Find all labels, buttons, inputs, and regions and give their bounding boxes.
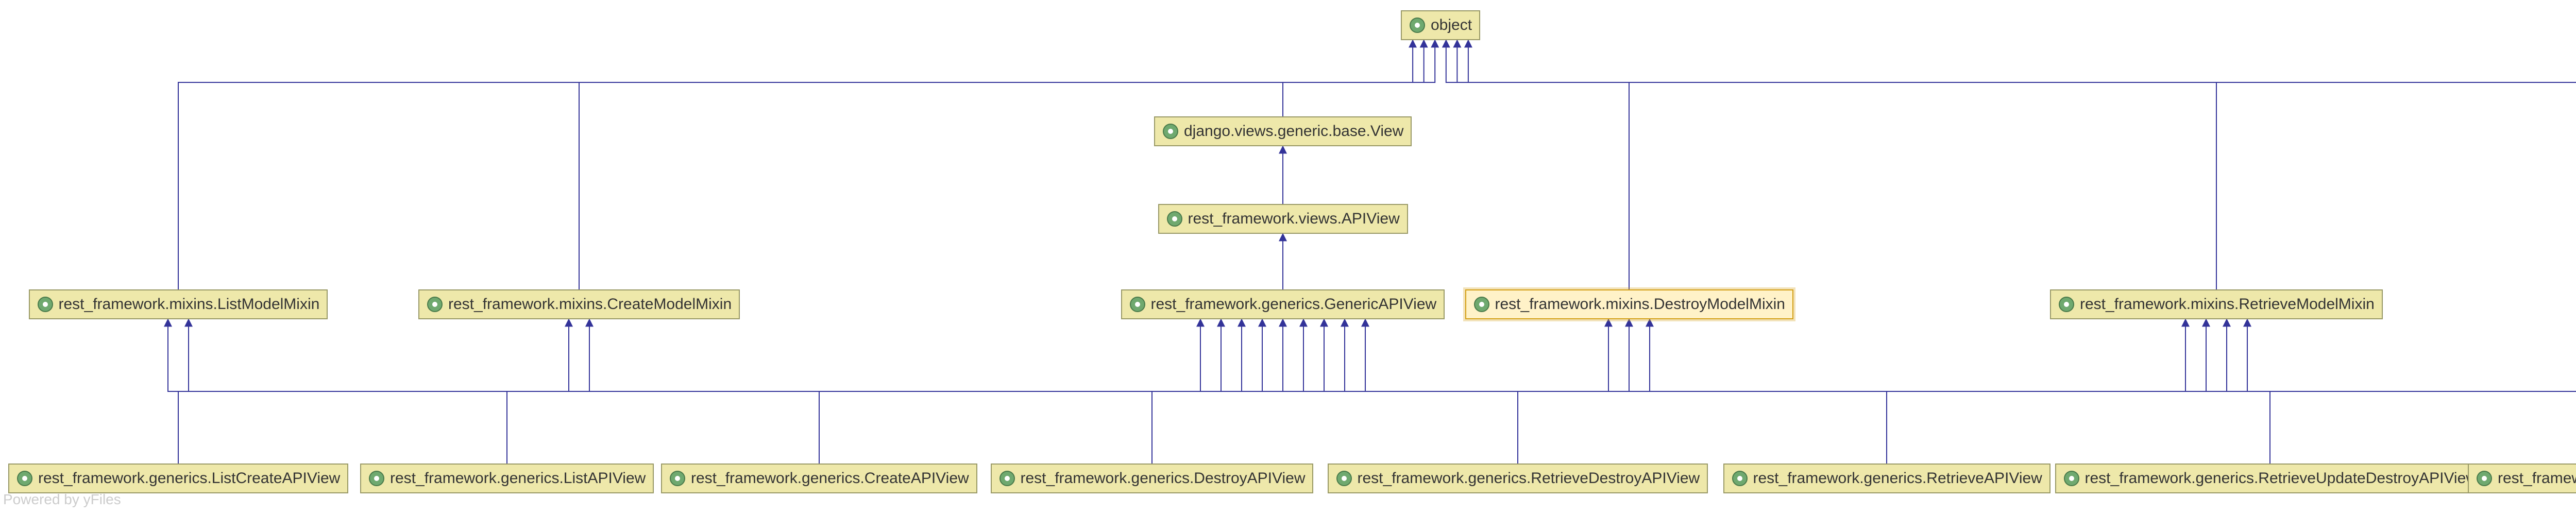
class-label: rest_framework.generics.RetrieveUpdateAP… <box>2498 471 2576 486</box>
class-node-create[interactable]: rest_framework.generics.CreateAPIView <box>661 464 977 493</box>
inherit-edge <box>1518 319 2185 464</box>
class-node-createmix[interactable]: rest_framework.mixins.CreateModelMixin <box>418 289 740 319</box>
class-icon <box>999 470 1015 487</box>
class-node-listmix[interactable]: rest_framework.mixins.ListModelMixin <box>29 289 328 319</box>
class-label: rest_framework.generics.RetrieveAPIView <box>1753 471 2042 486</box>
inherit-edge <box>2227 319 2270 464</box>
class-icon <box>37 296 54 313</box>
inherit-edge <box>178 319 569 464</box>
inherit-edge <box>168 319 178 464</box>
inherit-edge <box>1650 319 2270 464</box>
inherit-edge <box>589 319 819 464</box>
class-node-destroymix[interactable]: rest_framework.mixins.DestroyModelMixin <box>1465 289 1793 319</box>
class-node-generic[interactable]: rest_framework.generics.GenericAPIView <box>1121 289 1445 319</box>
class-label: rest_framework.generics.RetrieveDestroyA… <box>1358 471 1700 486</box>
class-icon <box>1166 211 1183 227</box>
class-label: rest_framework.generics.GenericAPIView <box>1151 297 1437 312</box>
class-label: rest_framework.generics.RetrieveUpdateDe… <box>2085 471 2477 486</box>
class-node-apiview[interactable]: rest_framework.views.APIView <box>1158 204 1408 234</box>
inherit-edge <box>178 319 1200 464</box>
inherit-edge <box>1365 319 2576 464</box>
inherit-edge <box>2247 319 2576 464</box>
class-icon <box>669 470 686 487</box>
inherit-edge <box>1283 319 1518 464</box>
inherit-edge <box>1324 319 2270 464</box>
class-node-listcreate[interactable]: rest_framework.generics.ListCreateAPIVie… <box>8 464 348 493</box>
class-icon <box>1409 17 1426 33</box>
inherit-edge <box>1887 319 2206 464</box>
class-label: rest_framework.mixins.DestroyModelMixin <box>1495 297 1785 312</box>
class-icon <box>1129 296 1146 313</box>
class-icon <box>2063 470 2080 487</box>
class-node-retrdestroy[interactable]: rest_framework.generics.RetrieveDestroyA… <box>1328 464 1708 493</box>
class-label: rest_framework.generics.CreateAPIView <box>691 471 969 486</box>
class-label: rest_framework.mixins.CreateModelMixin <box>448 297 732 312</box>
class-label: django.views.generic.base.View <box>1184 124 1403 139</box>
class-label: rest_framework.mixins.RetrieveModelMixin <box>2080 297 2375 312</box>
class-node-retrievemix[interactable]: rest_framework.mixins.RetrieveModelMixin <box>2050 289 2383 319</box>
inherit-edge <box>178 40 1413 289</box>
class-node-rud[interactable]: rest_framework.generics.RetrieveUpdateDe… <box>2055 464 2485 493</box>
powered-by-label: Powered by yFiles <box>3 491 121 508</box>
class-node-retrieve[interactable]: rest_framework.generics.RetrieveAPIView <box>1723 464 2050 493</box>
inherit-edge <box>1457 40 2216 289</box>
inherit-edge <box>1283 40 1435 116</box>
class-node-view[interactable]: django.views.generic.base.View <box>1154 116 1412 146</box>
inherit-edge <box>819 319 1242 464</box>
inherit-edge <box>1518 319 1629 464</box>
inherit-edge <box>579 40 1424 289</box>
class-icon <box>368 470 385 487</box>
class-icon <box>427 296 443 313</box>
class-label: rest_framework.mixins.ListModelMixin <box>59 297 320 312</box>
class-icon <box>1732 470 1748 487</box>
class-node-retrupdate[interactable]: rest_framework.generics.RetrieveUpdateAP… <box>2468 464 2576 493</box>
class-icon <box>2476 470 2493 487</box>
class-label: rest_framework.generics.DestroyAPIView <box>1021 471 1306 486</box>
class-label: rest_framework.generics.ListAPIView <box>390 471 646 486</box>
inherit-edge <box>2270 319 2576 464</box>
class-icon <box>1473 296 1490 313</box>
class-icon <box>1162 123 1179 140</box>
class-icon <box>1336 470 1352 487</box>
edge-layer <box>0 0 2576 515</box>
class-node-object[interactable]: object <box>1401 10 1480 40</box>
inherit-edge <box>1468 40 2576 289</box>
class-icon <box>16 470 33 487</box>
inherit-edge <box>1152 319 1262 464</box>
inherit-edge <box>1345 319 2576 464</box>
inherit-edge <box>1446 40 1629 289</box>
class-node-list[interactable]: rest_framework.generics.ListAPIView <box>360 464 654 493</box>
class-node-destroy[interactable]: rest_framework.generics.DestroyAPIView <box>991 464 1314 493</box>
class-label: rest_framework.views.APIView <box>1188 211 1400 227</box>
class-label: object <box>1431 18 1472 33</box>
inherit-edge <box>189 319 507 464</box>
class-icon <box>2058 296 2075 313</box>
inherit-edge <box>1303 319 1887 464</box>
class-label: rest_framework.generics.ListCreateAPIVie… <box>38 471 340 486</box>
inherit-edge <box>507 319 1221 464</box>
inherit-edge <box>1152 319 1608 464</box>
